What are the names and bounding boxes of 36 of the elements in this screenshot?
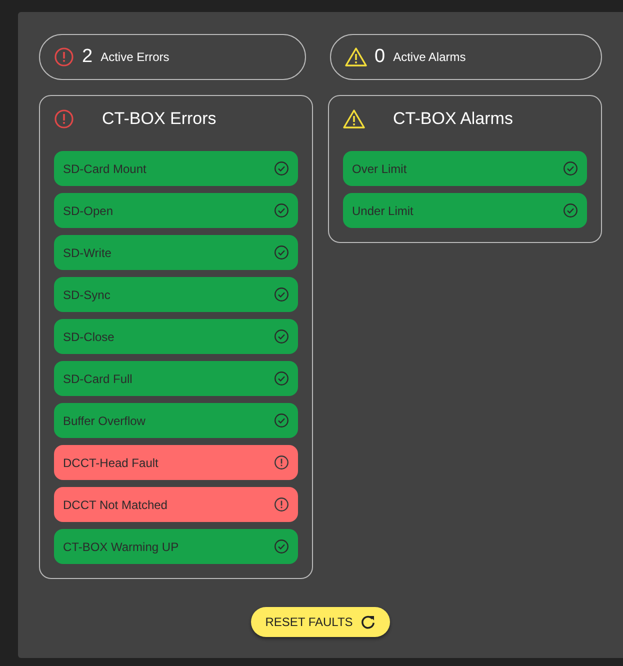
reset-button[interactable]: RESET FAULTS bbox=[251, 607, 390, 637]
warning-icon bbox=[344, 47, 366, 67]
error-icon bbox=[274, 497, 289, 512]
status-label: SD-Card Mount bbox=[63, 160, 146, 178]
status-label: Under Limit bbox=[352, 202, 414, 220]
error-icon bbox=[54, 47, 74, 67]
status-label: CT-BOX Warming UP bbox=[63, 538, 179, 556]
check-icon bbox=[563, 161, 578, 176]
check-icon bbox=[274, 203, 289, 218]
summary-label: Active Errors bbox=[100, 49, 170, 66]
status-label: SD-Open bbox=[63, 202, 114, 220]
refresh-icon bbox=[360, 614, 376, 630]
count-text: 0 bbox=[374, 44, 386, 69]
card-title: CT-BOX Alarms bbox=[393, 108, 513, 130]
warning-icon bbox=[343, 109, 365, 129]
status-label: SD-Card Full bbox=[63, 370, 132, 388]
status-label: Buffer Overflow bbox=[63, 412, 146, 430]
status-label: SD-Close bbox=[63, 328, 114, 346]
card-title: CT-BOX Errors bbox=[102, 108, 216, 130]
check-icon bbox=[274, 371, 289, 386]
status-label: SD-Sync bbox=[63, 286, 110, 304]
summary-label: Active Alarms bbox=[393, 49, 466, 66]
check-icon bbox=[274, 287, 289, 302]
check-icon bbox=[274, 539, 289, 554]
check-icon bbox=[563, 203, 578, 218]
check-icon bbox=[274, 413, 289, 428]
error-icon bbox=[54, 109, 74, 129]
status-label: DCCT-Head Fault bbox=[63, 454, 158, 472]
check-icon bbox=[274, 329, 289, 344]
check-icon bbox=[274, 161, 289, 176]
status-label: SD-Write bbox=[63, 244, 112, 262]
status-label: DCCT Not Matched bbox=[63, 496, 168, 514]
status-label: Over Limit bbox=[352, 160, 407, 178]
error-icon bbox=[274, 455, 289, 470]
check-icon bbox=[274, 245, 289, 260]
count-text: 2 bbox=[82, 44, 93, 69]
